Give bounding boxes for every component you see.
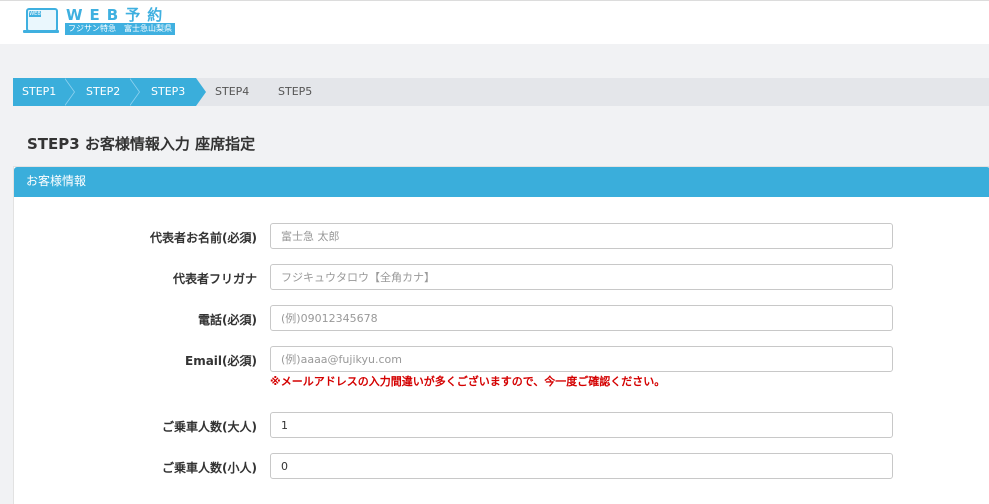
step-progress-bar: STEP1 STEP2 STEP3 STEP4 STEP5 [13,78,989,106]
phone-label: 電話(必須) [198,313,257,327]
email-input[interactable] [270,346,893,372]
site-header: WEB WEB予約 フジサン特急 富士急山梨県 [0,0,989,44]
step-3: STEP3 [151,85,186,98]
logo-badge: WEB [29,11,41,17]
step-4: STEP4 [215,85,250,98]
email-warning: ※メールアドレスの入力間違いが多くございますので、今一度ご確認ください。 [270,375,666,388]
name-input[interactable] [270,223,893,249]
kana-label: 代表者フリガナ [172,272,257,286]
step-5: STEP5 [278,85,313,98]
adults-label: ご乗車人数(大人) [162,420,257,434]
logo-title: WEB予約 [66,6,170,24]
children-input[interactable] [270,453,893,479]
customer-info-panel: お客様情報 代表者お名前(必須) 代表者フリガナ 電話(必須) Email(必須… [13,166,989,504]
laptop-icon: WEB [26,8,58,32]
panel-header: お客様情報 [14,167,989,197]
step-current-arrow [196,78,206,106]
step-1: STEP1 [22,85,57,98]
logo-subtitle: フジサン特急 富士急山梨県 [65,23,175,35]
kana-input[interactable] [270,264,893,290]
phone-input[interactable] [270,305,893,331]
email-label: Email(必須) [185,354,257,368]
step-2: STEP2 [86,85,121,98]
children-label: ご乗車人数(小人) [162,461,257,475]
step-separator [64,78,74,106]
step-separator [129,78,139,106]
panel-title: お客様情報 [26,174,87,188]
page-title: STEP3 お客様情報入力 座席指定 [27,135,256,153]
web-reservation-logo[interactable]: WEB WEB予約 フジサン特急 富士急山梨県 [23,6,176,38]
name-label: 代表者お名前(必須) [150,231,257,245]
laptop-base [23,30,59,33]
adults-input[interactable] [270,412,893,438]
